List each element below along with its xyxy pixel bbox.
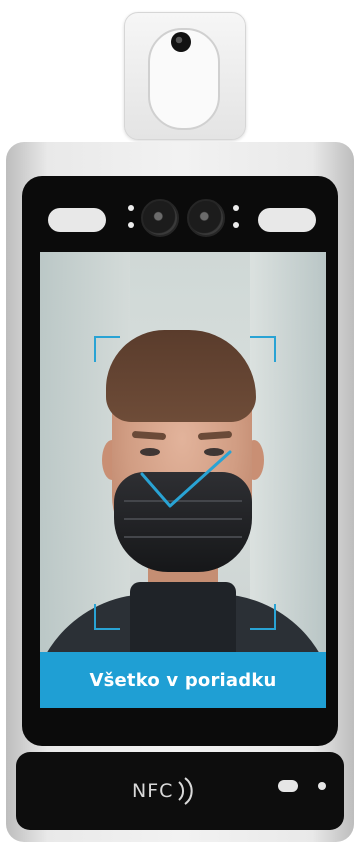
camera-lens-icon <box>141 199 179 237</box>
indicator-dot <box>233 205 239 211</box>
indicator-dot <box>233 222 239 228</box>
status-banner: Všetko v poriadku <box>40 652 326 708</box>
display-screen <box>40 252 326 708</box>
person-collar <box>130 582 236 652</box>
mask-pleat <box>124 536 242 538</box>
person-hair <box>106 330 256 422</box>
nfc-area[interactable]: NFC <box>132 771 199 811</box>
camera-lens-icon <box>187 199 225 237</box>
detection-frame-corner <box>250 604 276 630</box>
status-message: Všetko v poriadku <box>89 669 277 691</box>
detection-frame-corner <box>94 604 120 630</box>
check-mark-icon <box>140 450 232 508</box>
right-light-sensor <box>258 208 316 232</box>
detection-frame-corner <box>250 336 276 362</box>
detection-frame-corner <box>94 336 120 362</box>
thermal-lens-icon <box>171 32 191 52</box>
nfc-waves-icon <box>178 777 194 805</box>
mask-pleat <box>124 518 242 520</box>
indicator-dot <box>128 222 134 228</box>
nfc-label: NFC <box>132 780 174 802</box>
indicator-dot <box>128 205 134 211</box>
left-light-sensor <box>48 208 106 232</box>
status-led <box>318 782 326 790</box>
ir-sensor <box>278 780 298 792</box>
